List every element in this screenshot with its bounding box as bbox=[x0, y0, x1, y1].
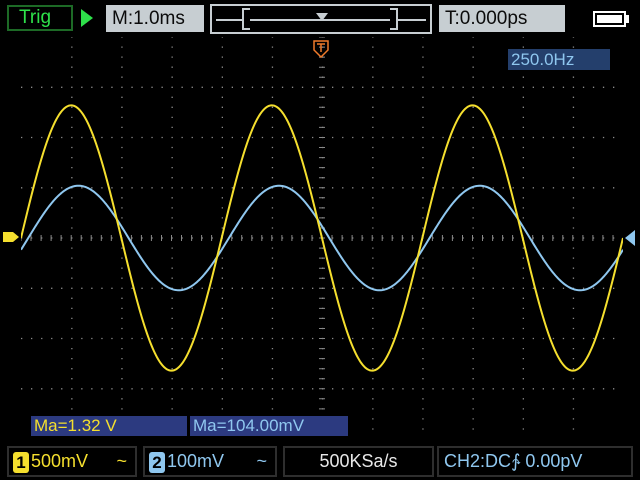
memory-position-indicator[interactable] bbox=[210, 4, 432, 34]
ch2-settings[interactable]: 2 100mV ~ bbox=[143, 446, 277, 477]
ch2-coupling-icon: ~ bbox=[256, 451, 267, 471]
ch1-ground-marker-icon[interactable] bbox=[3, 230, 21, 249]
graticule-grid bbox=[21, 37, 615, 430]
frequency-readout: 250.0Hz bbox=[508, 49, 610, 70]
ch1-settings[interactable]: 1 500mV ~ bbox=[7, 446, 137, 477]
waveform-canvas bbox=[21, 37, 623, 430]
trigger-position-marker-icon bbox=[316, 13, 328, 21]
ch1-measurement: Ma=1.32 V bbox=[31, 416, 187, 436]
ch1-coupling-icon: ~ bbox=[116, 451, 127, 471]
waveform-display[interactable] bbox=[21, 37, 623, 439]
trigger-setting-readout[interactable]: CH2:DC∱ 0.00pV bbox=[437, 446, 633, 477]
memory-window-left-bracket bbox=[242, 8, 250, 30]
play-icon[interactable] bbox=[81, 9, 93, 27]
trigger-t-icon bbox=[313, 40, 329, 58]
sample-rate-readout[interactable]: 500KSa/s bbox=[283, 446, 434, 477]
ch1-volts-per-div: 500mV bbox=[31, 451, 89, 471]
memory-window-right-bracket bbox=[390, 8, 398, 30]
battery-tip bbox=[626, 15, 629, 23]
battery-icon bbox=[593, 11, 626, 27]
ch1-number-badge: 1 bbox=[13, 452, 29, 473]
timebase-readout[interactable]: M:1.0ms bbox=[106, 5, 204, 32]
ch2-number-badge: 2 bbox=[149, 452, 165, 473]
graticule-center-ticks bbox=[21, 37, 614, 430]
ch2-ground-marker-icon[interactable] bbox=[624, 229, 636, 252]
battery-level bbox=[597, 15, 622, 23]
ch2-volts-per-div: 100mV bbox=[167, 451, 225, 471]
trigger-position-readout[interactable]: T:0.000ps bbox=[439, 5, 565, 32]
ch2-measurement: Ma=104.00mV bbox=[190, 416, 348, 436]
trigger-status[interactable]: Trig bbox=[7, 5, 73, 31]
